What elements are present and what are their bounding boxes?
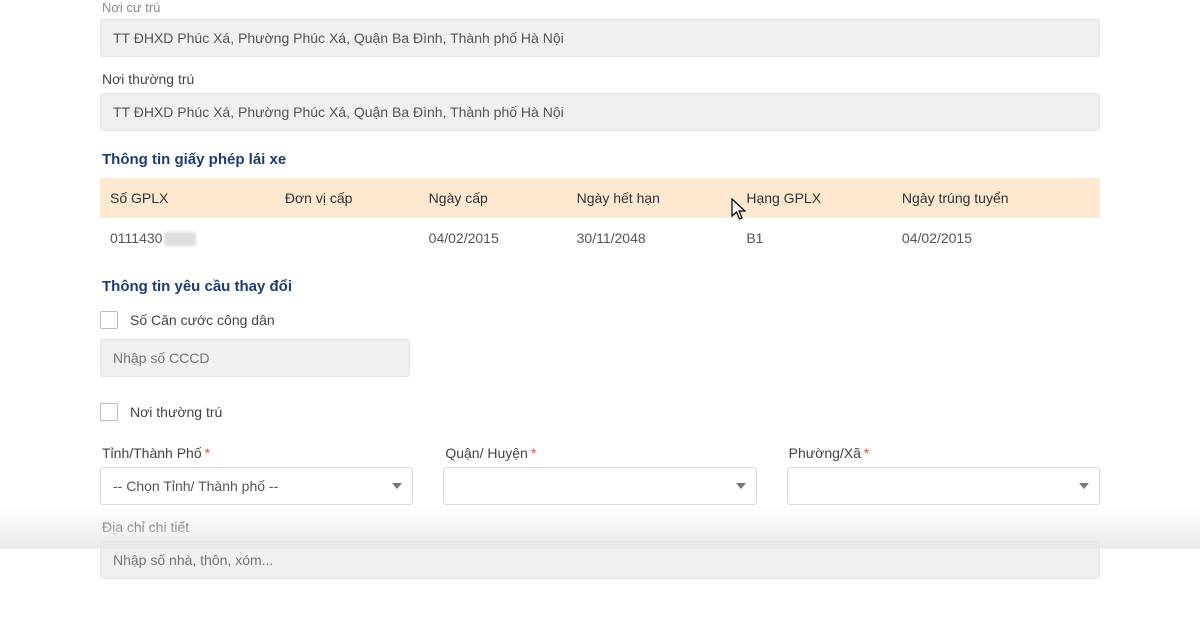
th-so-gplx: Số GPLX <box>100 178 275 218</box>
province-select-value: -- Chọn Tỉnh/ Thành phố -- <box>113 478 278 494</box>
td-so-gplx: 0111430 <box>100 218 275 258</box>
province-select[interactable]: -- Chọn Tỉnh/ Thành phố -- <box>100 467 413 505</box>
chevron-down-icon <box>1079 483 1089 489</box>
redacted-icon <box>164 232 196 246</box>
cccd-input[interactable] <box>100 339 410 377</box>
th-ngay-het-han: Ngày hết hạn <box>567 178 737 218</box>
td-ngay-cap: 04/02/2015 <box>419 218 567 258</box>
permanent-value: TT ĐHXD Phúc Xá, Phường Phúc Xá, Quận Ba… <box>100 93 1100 131</box>
th-hang: Hạng GPLX <box>736 178 892 218</box>
district-select[interactable] <box>443 467 756 505</box>
residence-value: TT ĐHXD Phúc Xá, Phường Phúc Xá, Quận Ba… <box>100 19 1100 57</box>
th-ngay-cap: Ngày cấp <box>419 178 567 218</box>
cccd-checkbox[interactable] <box>100 311 118 329</box>
license-section-title: Thông tin giấy phép lái xe <box>102 151 1100 168</box>
ward-label: Phường/Xã* <box>789 445 1100 461</box>
permanent-label: Nơi thường trú <box>102 71 1100 87</box>
th-don-vi-cap: Đơn vị cấp <box>275 178 419 218</box>
th-ngay-trung-tuyen: Ngày trúng tuyển <box>892 178 1100 218</box>
residence-label-cut: Nơi cư trú <box>102 0 1100 15</box>
cccd-checkbox-label: Số Căn cước công dân <box>130 312 275 328</box>
province-label: Tỉnh/Thành Phố* <box>102 445 413 461</box>
license-table: Số GPLX Đơn vị cấp Ngày cấp Ngày hết hạn… <box>100 178 1100 258</box>
permanent-checkbox-label: Nơi thường trú <box>130 404 222 420</box>
ward-select[interactable] <box>787 467 1100 505</box>
table-row: 0111430 04/02/2015 30/11/2048 B1 04/02/2… <box>100 218 1100 258</box>
td-don-vi-cap <box>275 218 419 258</box>
so-gplx-prefix: 0111430 <box>110 230 162 246</box>
required-icon: * <box>864 445 869 461</box>
permanent-checkbox[interactable] <box>100 403 118 421</box>
chevron-down-icon <box>392 483 402 489</box>
detail-address-label: Địa chỉ chi tiết <box>102 519 1100 535</box>
td-ngay-het-han: 30/11/2048 <box>567 218 737 258</box>
chevron-down-icon <box>736 483 746 489</box>
td-ngay-trung-tuyen: 04/02/2015 <box>892 218 1100 258</box>
required-icon: * <box>205 445 210 461</box>
required-icon: * <box>531 445 536 461</box>
detail-address-input[interactable] <box>100 541 1100 579</box>
district-label: Quận/ Huyện* <box>445 445 756 461</box>
td-hang: B1 <box>736 218 892 258</box>
change-section-title: Thông tin yêu cầu thay đổi <box>102 278 1100 295</box>
